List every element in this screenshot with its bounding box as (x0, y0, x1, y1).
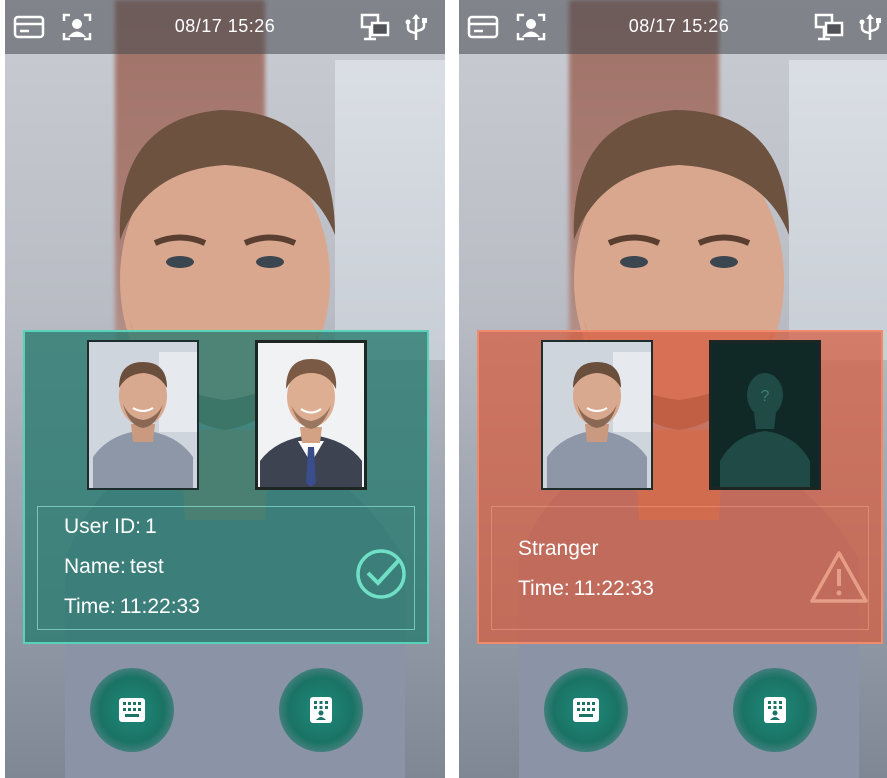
time-value: 11:22:33 (573, 577, 654, 600)
keypad-user-icon (764, 697, 786, 723)
frame-corner (640, 342, 651, 353)
device-screen-verified: 08/17 15:26 User ID: 1 Name: test Time: … (5, 0, 445, 778)
stranger-title: Stranger (518, 537, 599, 560)
time-label: Time: (64, 595, 116, 618)
frame-corner (543, 342, 554, 353)
user-id-label: User ID: (64, 515, 142, 538)
keypad-user-icon (310, 697, 332, 723)
usb-icon (403, 12, 429, 42)
status-bar: 08/17 15:26 (459, 0, 887, 54)
keypad-user-button[interactable] (733, 668, 817, 752)
registered-face-photo (255, 340, 367, 490)
info-box: Stranger Time: 11:22:33 (491, 506, 869, 630)
user-id-value: 1 (145, 515, 157, 538)
status-bar: 08/17 15:26 (5, 0, 445, 54)
user-id-row: User ID: 1 (64, 515, 157, 539)
network-icon (359, 12, 391, 42)
usb-icon (857, 12, 883, 42)
device-screen-stranger: 08/17 15:26 ? Stranger Time: 11:22:33 (459, 0, 887, 778)
time-row: Time: 11:22:33 (518, 577, 654, 601)
unknown-question-mark: ? (761, 388, 770, 405)
recognition-result-panel: User ID: 1 Name: test Time: 11:22:33 (23, 330, 429, 644)
captured-face-photo (541, 340, 653, 490)
keypad-icon (119, 698, 145, 722)
keypad-button[interactable] (544, 668, 628, 752)
keypad-button[interactable] (90, 668, 174, 752)
unknown-person-photo: ? (709, 340, 821, 490)
keypad-icon (573, 698, 599, 722)
time-label: Time: (518, 577, 570, 600)
keypad-user-button[interactable] (279, 668, 363, 752)
frame-corner (543, 477, 554, 488)
name-row: Name: test (64, 555, 164, 579)
info-box: User ID: 1 Name: test Time: 11:22:33 (37, 506, 415, 630)
time-value: 11:22:33 (119, 595, 200, 618)
captured-face-photo (87, 340, 199, 490)
frame-corner (640, 477, 651, 488)
warning-icon (808, 549, 870, 605)
frame-corner (186, 477, 197, 488)
name-value: test (129, 555, 164, 578)
unknown-person-icon: ? (712, 343, 818, 487)
recognition-result-panel: ? Stranger Time: 11:22:33 (477, 330, 883, 644)
network-icon (813, 12, 845, 42)
check-circle-icon (354, 547, 408, 601)
time-row: Time: 11:22:33 (64, 595, 200, 619)
name-label: Name: (64, 555, 126, 578)
frame-corner (186, 342, 197, 353)
frame-corner (89, 477, 100, 488)
frame-corner (89, 342, 100, 353)
